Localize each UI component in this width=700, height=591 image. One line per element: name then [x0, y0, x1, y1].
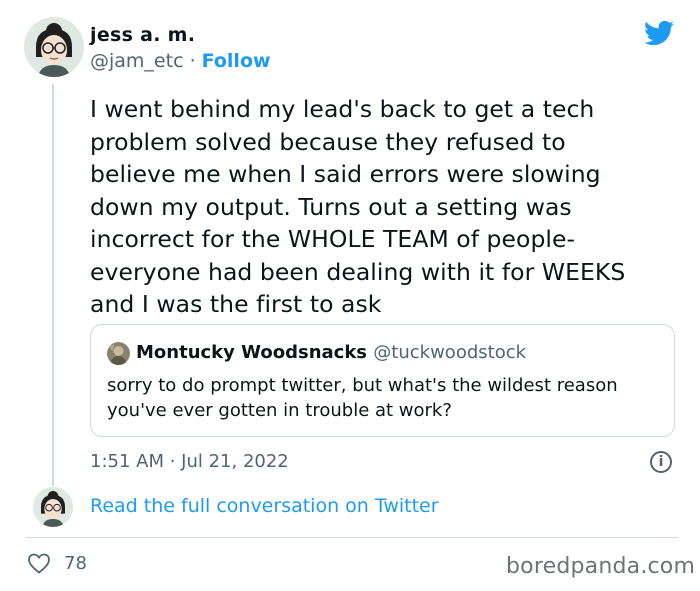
- tweet-timestamp[interactable]: 1:51 AM · Jul 21, 2022: [90, 451, 289, 472]
- thread-connector-line: [52, 84, 54, 486]
- like-count: 78: [64, 553, 87, 574]
- author-avatar[interactable]: [24, 17, 84, 77]
- quoted-author-handle: @tuckwoodstock: [373, 342, 527, 363]
- handle-separator: ·: [189, 50, 196, 72]
- quoted-author-name: Montucky Woodsnacks: [136, 342, 368, 363]
- divider: [26, 537, 678, 538]
- reply-avatar: [33, 487, 73, 527]
- quoted-author-row: Montucky Woodsnacks @tuckwoodstock: [136, 342, 526, 363]
- author-handle-row: @jam_etc · Follow: [90, 50, 271, 72]
- quoted-tweet-text: sorry to do prompt twitter, but what's t…: [107, 375, 618, 421]
- quoted-tweet-card[interactable]: Montucky Woodsnacks @tuckwoodstock sorry…: [90, 324, 675, 437]
- author-handle[interactable]: @jam_etc: [90, 50, 184, 72]
- read-full-conversation-link[interactable]: Read the full conversation on Twitter: [90, 495, 439, 517]
- watermark: boredpanda.com: [506, 554, 696, 579]
- tweet-text: I went behind my lead's back to get a te…: [90, 95, 626, 318]
- author-name[interactable]: jess a. m.: [90, 24, 195, 46]
- follow-button[interactable]: Follow: [202, 50, 271, 72]
- quoted-author-avatar: [107, 342, 130, 365]
- heart-icon[interactable]: [27, 552, 51, 574]
- info-icon[interactable]: i: [650, 451, 672, 473]
- twitter-bird-icon[interactable]: [643, 18, 676, 48]
